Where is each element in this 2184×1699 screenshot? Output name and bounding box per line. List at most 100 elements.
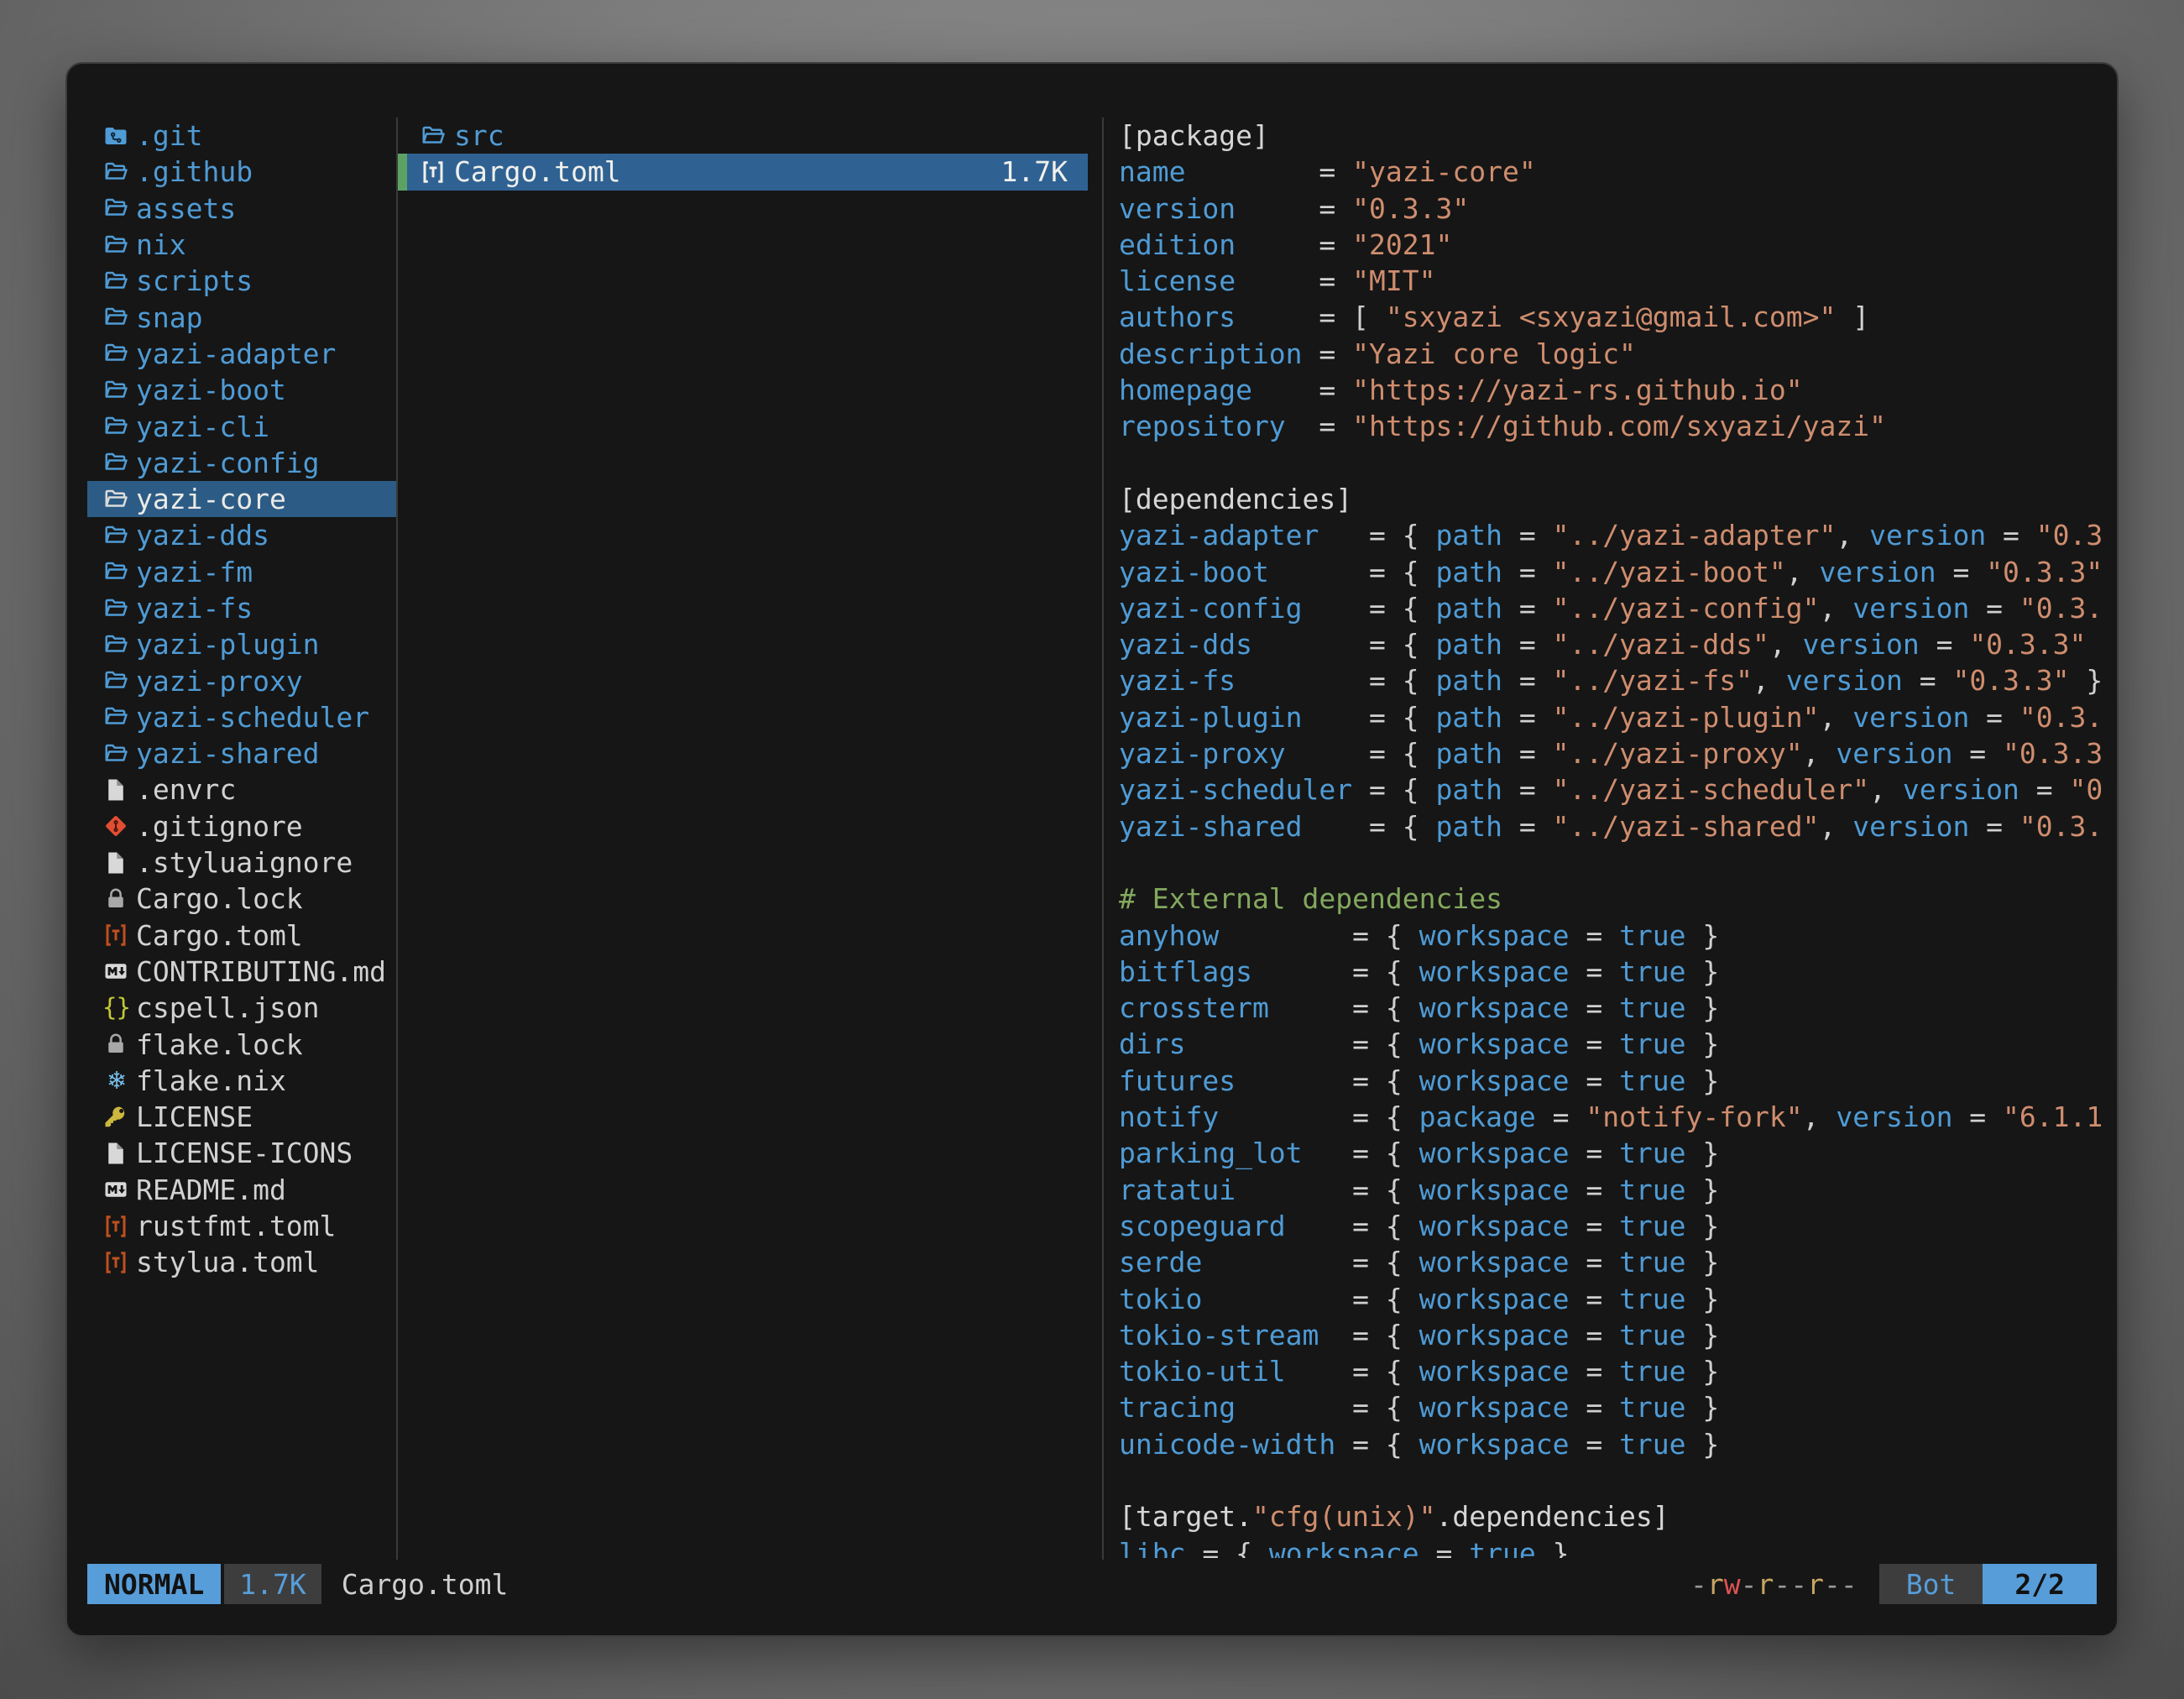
code-token: =	[1319, 410, 1352, 442]
sidebar-item-flake.nix[interactable]: ❄flake.nix	[87, 1063, 396, 1099]
item-label: yazi-shared	[136, 737, 320, 770]
sidebar-item-.envrc[interactable]: .envrc	[87, 771, 396, 808]
sidebar-item-yazi-boot[interactable]: yazi-boot	[87, 372, 396, 408]
status-bar: NORMAL 1.7K Cargo.toml -rw-r--r-- Bot 2/…	[87, 1564, 2097, 1604]
preview-line: yazi-shared = { path = "../yazi-shared",…	[1119, 808, 2102, 844]
sidebar-item-yazi-core[interactable]: yazi-core	[87, 481, 396, 517]
sidebar-item-yazi-fm[interactable]: yazi-fm	[87, 554, 396, 590]
code-token: futures	[1119, 1064, 1352, 1097]
code-token: version	[1852, 701, 1969, 734]
folder-icon	[102, 667, 129, 695]
code-token: "https://github.com/sxyazi/yazi"	[1352, 410, 1886, 442]
permission-char: r	[1707, 1568, 1724, 1601]
sidebar-item-scripts[interactable]: scripts	[87, 263, 396, 299]
code-token: "../yazi-scheduler"	[1553, 773, 1870, 806]
item-label: CONTRIBUTING.md	[136, 955, 386, 988]
sidebar-item-yazi-scheduler[interactable]: yazi-scheduler	[87, 699, 396, 735]
sidebar-item-yazi-plugin[interactable]: yazi-plugin	[87, 626, 396, 662]
code-token: "notify-fork"	[1586, 1100, 1802, 1133]
code-token: =	[1502, 737, 1553, 770]
sidebar-item-assets[interactable]: assets	[87, 191, 396, 227]
code-token: yazi-shared	[1119, 810, 1369, 843]
sidebar-item-yazi-shared[interactable]: yazi-shared	[87, 735, 396, 771]
sidebar-item-LICENSE-ICONS[interactable]: LICENSE-ICONS	[87, 1135, 396, 1171]
code-token: path	[1436, 556, 1502, 588]
sidebar-item-snap[interactable]: snap	[87, 299, 396, 335]
yazi-window: .git.githubassetsnixscriptssnapyazi-adap…	[65, 62, 2119, 1637]
code-token: "0.3.3	[2003, 737, 2102, 770]
code-token: edition	[1119, 228, 1319, 261]
code-token: tracing	[1119, 1391, 1352, 1424]
item-label: yazi-core	[136, 483, 286, 515]
code-token: = {	[1352, 1100, 1419, 1133]
code-token: ,	[1869, 773, 1903, 806]
sidebar-item-LICENSE[interactable]: LICENSE	[87, 1099, 396, 1135]
sidebar-item-yazi-cli[interactable]: yazi-cli	[87, 408, 396, 444]
sidebar-item-nix[interactable]: nix	[87, 227, 396, 263]
code-token: }	[1686, 1283, 1720, 1315]
code-token: authors	[1119, 301, 1319, 333]
json-icon: {}	[102, 994, 129, 1022]
file-item-src[interactable]: src	[398, 118, 1101, 154]
code-token: true	[1619, 955, 1685, 988]
file-size: 1.7K	[1001, 155, 1088, 188]
code-token: =	[1536, 1100, 1586, 1133]
sidebar-item-CONTRIBUTING.md[interactable]: CONTRIBUTING.md	[87, 954, 396, 990]
sidebar-item-yazi-dds[interactable]: yazi-dds	[87, 517, 396, 553]
preview-line: yazi-boot = { path = "../yazi-boot", ver…	[1119, 554, 2102, 590]
code-token: true	[1619, 919, 1685, 952]
sidebar-item-cspell.json[interactable]: {}cspell.json	[87, 990, 396, 1026]
item-label: flake.nix	[136, 1064, 286, 1097]
sidebar-item-flake.lock[interactable]: flake.lock	[87, 1026, 396, 1062]
code-token: =	[1952, 737, 2003, 770]
code-token: notify	[1119, 1100, 1352, 1133]
permission-char: w	[1724, 1568, 1741, 1601]
code-token: }	[1686, 1027, 1720, 1060]
code-token: version	[1803, 628, 1920, 661]
sidebar-item-Cargo.lock[interactable]: Cargo.lock	[87, 881, 396, 917]
sidebar-item-README.md[interactable]: README.md	[87, 1172, 396, 1208]
item-label: yazi-fs	[136, 592, 253, 625]
code-token: = {	[1369, 592, 1435, 625]
preview-line: scopeguard = { workspace = true }	[1119, 1208, 2102, 1244]
sidebar-item-.github[interactable]: .github	[87, 154, 396, 190]
folder-icon	[102, 448, 129, 477]
sidebar-item-yazi-config[interactable]: yazi-config	[87, 445, 396, 481]
sidebar-item-yazi-adapter[interactable]: yazi-adapter	[87, 336, 396, 372]
code-token: = {	[1352, 1027, 1419, 1060]
code-token: true	[1619, 1428, 1685, 1461]
item-label: .styluaignore	[136, 846, 353, 879]
sidebar-item-Cargo.toml[interactable]: Cargo.toml	[87, 917, 396, 954]
code-token: path	[1436, 519, 1502, 552]
preview-line: yazi-proxy = { path = "../yazi-proxy", v…	[1119, 735, 2102, 771]
sidebar-item-rustfmt.toml[interactable]: rustfmt.toml	[87, 1208, 396, 1244]
sidebar-item-.git[interactable]: .git	[87, 118, 396, 154]
code-token: =	[1952, 1100, 2003, 1133]
permission-char: --	[1774, 1568, 1807, 1601]
preview-line: yazi-dds = { path = "../yazi-dds", versi…	[1119, 626, 2102, 662]
code-token: = {	[1369, 664, 1435, 697]
sidebar-item-.styluaignore[interactable]: .styluaignore	[87, 844, 396, 881]
code-token: =	[1569, 1283, 1619, 1315]
file-icon	[102, 1139, 129, 1168]
sidebar-item-yazi-fs[interactable]: yazi-fs	[87, 590, 396, 626]
code-token: ,	[1803, 737, 1837, 770]
sidebar-item-yazi-proxy[interactable]: yazi-proxy	[87, 662, 396, 698]
lock-icon	[102, 885, 129, 913]
code-token: =	[1319, 228, 1352, 261]
folder-icon	[102, 339, 129, 368]
code-token: scopeguard	[1119, 1210, 1352, 1242]
code-token: = {	[1352, 1391, 1419, 1424]
folder-icon	[420, 122, 447, 150]
sidebar-item-stylua.toml[interactable]: stylua.toml	[87, 1244, 396, 1280]
sidebar-item-.gitignore[interactable]: .gitignore	[87, 808, 396, 844]
item-label: README.md	[136, 1174, 286, 1206]
code-token: ,	[1786, 556, 1820, 588]
code-token: yazi-boot	[1119, 556, 1369, 588]
code-token: workspace	[1419, 1391, 1570, 1424]
code-token: ]	[1836, 301, 1869, 333]
file-item-Cargo.toml[interactable]: Cargo.toml1.7K	[398, 154, 1088, 190]
preview-line: bitflags = { workspace = true }	[1119, 954, 2102, 990]
code-token: }	[1686, 1137, 1720, 1169]
code-token: .dependencies]	[1436, 1500, 1669, 1533]
